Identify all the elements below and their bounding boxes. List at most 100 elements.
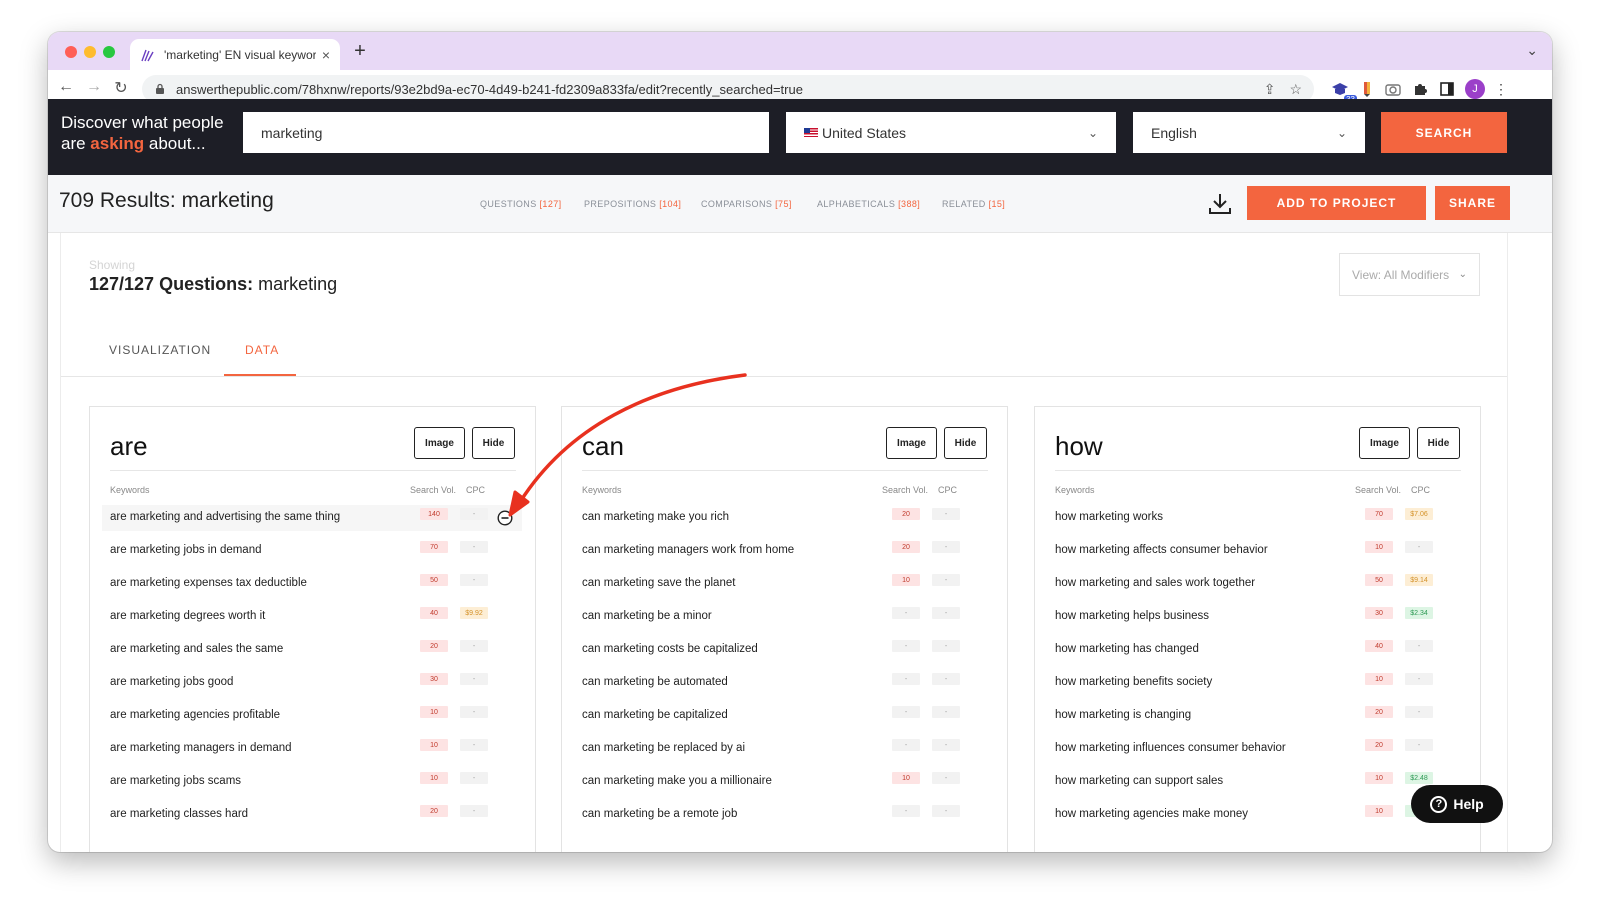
keyword-row[interactable]: can marketing costs be capitalized - -: [574, 637, 994, 663]
keyword-row[interactable]: can marketing be a remote job - -: [574, 802, 994, 828]
keyword-text: can marketing make you rich: [582, 511, 730, 523]
reload-icon[interactable]: ↻: [111, 78, 131, 98]
cpc-pill: -: [460, 508, 488, 520]
keyword-row[interactable]: are marketing jobs good 30-: [102, 670, 522, 696]
results-tab-related[interactable]: RELATED [15]: [942, 199, 1005, 209]
back-arrow-icon[interactable]: ←: [56, 78, 76, 96]
cpc-pill: -: [932, 607, 960, 619]
view-modifiers-select[interactable]: View: All Modifiers ⌄: [1339, 253, 1480, 296]
col-cpc: CPC: [1411, 485, 1431, 495]
keyword-row[interactable]: are marketing degrees worth it 40 $9.92: [102, 604, 522, 630]
tagline-line1: Discover what people: [61, 113, 224, 132]
cpc-pill: -: [1405, 541, 1433, 553]
image-button[interactable]: Image: [1359, 427, 1410, 459]
results-tab-label: PREPOSITIONS: [584, 199, 657, 209]
share-page-icon[interactable]: ⇪: [1264, 81, 1276, 98]
tab-close-icon[interactable]: ×: [322, 47, 330, 63]
image-button[interactable]: Image: [886, 427, 937, 459]
keyword-row[interactable]: can marketing be replaced by ai - -: [574, 736, 994, 762]
search-vol-pill: -: [892, 805, 920, 817]
keyword-row[interactable]: how marketing affects consumer behavior 1…: [1047, 538, 1467, 564]
search-button[interactable]: SEARCH: [1381, 112, 1507, 153]
keyword-row[interactable]: how marketing has changed 40-: [1047, 637, 1467, 663]
keyword-row[interactable]: can marketing save the planet 10-: [574, 571, 994, 597]
search-vol-pill: 10: [420, 772, 448, 784]
bookmark-star-icon[interactable]: ☆: [1289, 81, 1302, 98]
results-tab-alphabeticals[interactable]: ALPHABETICALS [388]: [817, 199, 920, 209]
search-vol-pill: 20: [1365, 739, 1393, 751]
side-panel-icon[interactable]: [1436, 78, 1458, 100]
tab-strip: 'marketing' EN visual keyword × + ⌄: [48, 32, 1552, 70]
keyword-row[interactable]: are marketing agencies profitable 10-: [102, 703, 522, 729]
hide-button[interactable]: Hide: [472, 427, 515, 459]
minimize-window-button[interactable]: [84, 46, 96, 58]
help-button[interactable]: ? Help: [1411, 785, 1503, 823]
view-tabs: VISUALIZATION DATA: [61, 331, 1507, 377]
keyword-row[interactable]: are marketing managers in demand 10-: [102, 736, 522, 762]
extensions-puzzle-icon[interactable]: [1409, 78, 1431, 100]
keyword-row[interactable]: can marketing be capitalized - -: [574, 703, 994, 729]
tab-search-chevron-icon[interactable]: ⌄: [1526, 42, 1538, 59]
cpc-pill: $7.06: [1405, 508, 1433, 520]
keyword-row[interactable]: how marketing can support sales 10 $2.48: [1047, 769, 1467, 795]
results-tab-prepositions[interactable]: PREPOSITIONS [104]: [584, 199, 681, 209]
keyword-row[interactable]: can marketing managers work from home 20-: [574, 538, 994, 564]
keyword-row[interactable]: how marketing works 70 $7.06: [1047, 505, 1467, 531]
keyword-row[interactable]: can marketing make you rich 20-: [574, 505, 994, 531]
keyword-row[interactable]: are marketing and sales the same 20-: [102, 637, 522, 663]
extension-camera-icon[interactable]: [1382, 78, 1404, 100]
keyword-row[interactable]: are marketing classes hard 20-: [102, 802, 522, 828]
results-tab-comparisons[interactable]: COMPARISONS [75]: [701, 199, 792, 209]
cpc-pill: -: [460, 541, 488, 553]
results-tab-questions[interactable]: QUESTIONS [127]: [480, 199, 562, 209]
search-vol-pill: -: [892, 640, 920, 652]
keyword-text: how marketing agencies make money: [1055, 808, 1249, 820]
results-tab-count: [388]: [898, 199, 921, 209]
image-button[interactable]: Image: [414, 427, 465, 459]
keyword-row[interactable]: how marketing is changing 20-: [1047, 703, 1467, 729]
browser-tab[interactable]: 'marketing' EN visual keyword ×: [130, 39, 340, 70]
keyword-row[interactable]: are marketing expenses tax deductible 50-: [102, 571, 522, 597]
keyword-text: are marketing jobs scams: [110, 775, 242, 787]
keyword-text: can marketing be a minor: [582, 610, 712, 622]
tab-visualization[interactable]: VISUALIZATION: [109, 343, 211, 357]
keyword-row[interactable]: how marketing benefits society 10-: [1047, 670, 1467, 696]
add-to-project-button[interactable]: ADD TO PROJECT: [1247, 186, 1426, 220]
keyword-row[interactable]: can marketing be a minor - -: [574, 604, 994, 630]
keyword-row[interactable]: how marketing agencies make money 10: [1047, 802, 1467, 828]
hide-button[interactable]: Hide: [1417, 427, 1460, 459]
keyword-row[interactable]: can marketing be automated - -: [574, 670, 994, 696]
keyword-row[interactable]: how marketing and sales work together 50 $…: [1047, 571, 1467, 597]
keyword-text: are marketing managers in demand: [110, 742, 292, 754]
profile-avatar[interactable]: J: [1464, 78, 1486, 100]
keyword-row[interactable]: can marketing make you a millionaire 10-: [574, 769, 994, 795]
close-window-button[interactable]: [65, 46, 77, 58]
browser-menu-icon[interactable]: ⋮: [1490, 78, 1512, 100]
remove-keyword-minus-icon[interactable]: [497, 510, 513, 526]
hide-button[interactable]: Hide: [944, 427, 987, 459]
modifier-card-how: how Image Hide Keywords Search Vol. CPC …: [1034, 406, 1481, 852]
keyword-row[interactable]: how marketing influences consumer behavi…: [1047, 736, 1467, 762]
keyword-row[interactable]: are marketing and advertising the same t…: [102, 505, 522, 531]
keyword-text: can marketing save the planet: [582, 577, 736, 589]
share-button[interactable]: SHARE: [1435, 186, 1510, 220]
search-vol-pill: 70: [1365, 508, 1393, 520]
keyword-text: are marketing classes hard: [110, 808, 249, 820]
extension-pencil-icon[interactable]: [1356, 78, 1378, 100]
keyword-text: can marketing costs be capitalized: [582, 643, 758, 655]
keyword-row[interactable]: are marketing jobs scams 10-: [102, 769, 522, 795]
extension-graduation-icon[interactable]: 33: [1329, 78, 1357, 104]
tab-data[interactable]: DATA: [245, 343, 279, 357]
keyword-search-input[interactable]: marketing: [243, 112, 769, 153]
forward-arrow-icon[interactable]: →: [84, 78, 104, 96]
download-icon[interactable]: [1207, 191, 1233, 217]
keyword-row[interactable]: how marketing helps business 30 $2.34: [1047, 604, 1467, 630]
keyword-row[interactable]: are marketing jobs in demand 70-: [102, 538, 522, 564]
maximize-window-button[interactable]: [103, 46, 115, 58]
new-tab-button[interactable]: +: [348, 40, 372, 63]
profile-initial: J: [1465, 79, 1485, 99]
tagline-post: about...: [144, 134, 206, 153]
language-select[interactable]: English ⌄: [1133, 112, 1365, 153]
col-search-vol: Search Vol.: [882, 485, 929, 495]
country-select[interactable]: United States ⌄: [786, 112, 1116, 153]
